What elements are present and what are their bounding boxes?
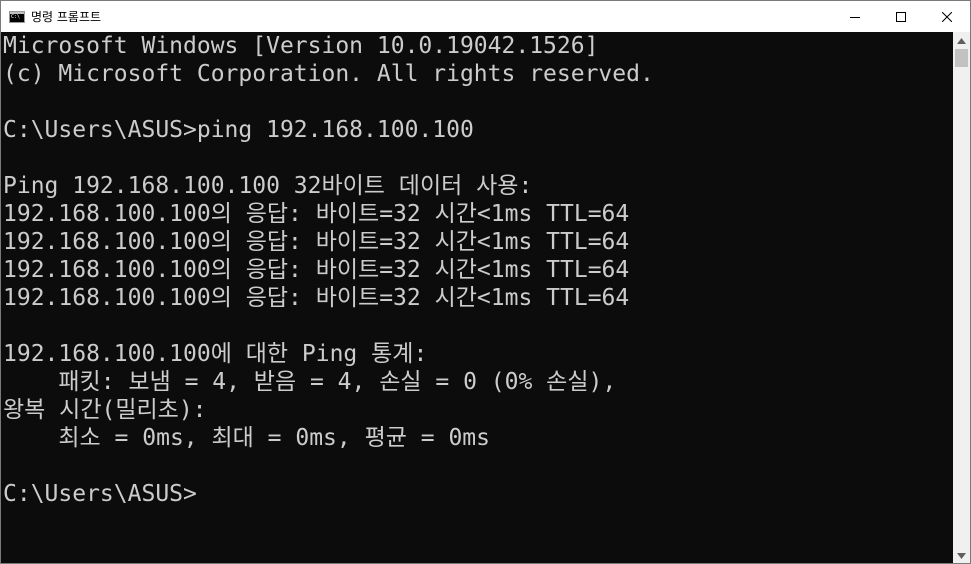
scroll-down-arrow-icon — [957, 552, 966, 559]
command-prompt-window: 명령 프롬프트 Microsoft Windows [Version 10.0.… — [0, 0, 971, 564]
close-button[interactable] — [924, 1, 970, 32]
maximize-icon — [896, 11, 906, 22]
title-bar[interactable]: 명령 프롬프트 — [1, 1, 970, 32]
maximize-button[interactable] — [878, 1, 924, 32]
window-title: 명령 프롬프트 — [31, 10, 102, 24]
minimize-button[interactable] — [832, 1, 878, 32]
cmd-icon[interactable] — [9, 10, 25, 23]
console-line: Ping 192.168.100.100 32바이트 데이터 사용: — [3, 173, 533, 199]
console-line: 패킷: 보냄 = 4, 받음 = 4, 손실 = 0 (0% 손실), — [3, 369, 617, 395]
console-line: Microsoft Windows [Version 10.0.19042.15… — [3, 33, 599, 59]
console-line: 최소 = 0ms, 최대 = 0ms, 평균 = 0ms — [3, 425, 490, 451]
console-line: 192.168.100.100의 응답: 바이트=32 시간<1ms TTL=6… — [3, 285, 630, 311]
console-line: (c) Microsoft Corporation. All rights re… — [3, 61, 654, 87]
command-prompt-line: C:\Users\ASUS> — [3, 481, 197, 507]
console-line: 192.168.100.100의 응답: 바이트=32 시간<1ms TTL=6… — [3, 229, 630, 255]
console-line: 192.168.100.100의 응답: 바이트=32 시간<1ms TTL=6… — [3, 201, 630, 227]
console-line: 왕복 시간(밀리초): — [3, 397, 207, 423]
console-line: 192.168.100.100의 응답: 바이트=32 시간<1ms TTL=6… — [3, 257, 630, 283]
scroll-thumb[interactable] — [955, 49, 968, 67]
console-line: 192.168.100.100에 대한 Ping 통계: — [3, 341, 428, 367]
close-icon — [942, 11, 952, 22]
scroll-down-button[interactable] — [953, 547, 970, 563]
scroll-up-arrow-icon — [957, 37, 966, 44]
scroll-up-button[interactable] — [953, 32, 970, 49]
console-line: C:\Users\ASUS>ping 192.168.100.100 — [3, 117, 474, 143]
vertical-scrollbar[interactable] — [953, 32, 970, 563]
console-output[interactable]: Microsoft Windows [Version 10.0.19042.15… — [1, 32, 953, 563]
minimize-icon — [850, 16, 860, 18]
